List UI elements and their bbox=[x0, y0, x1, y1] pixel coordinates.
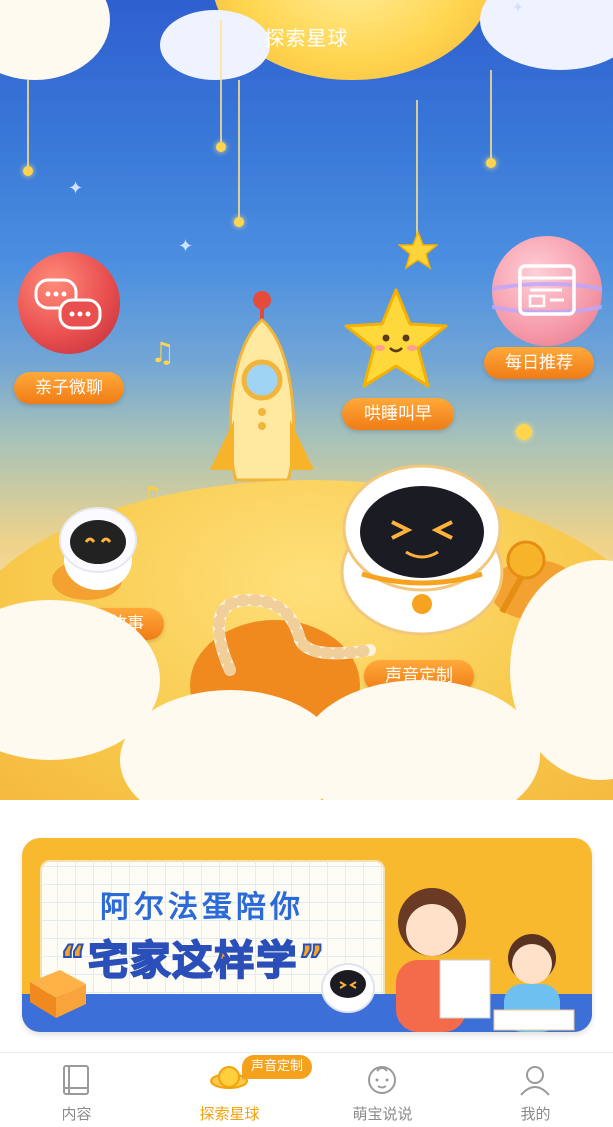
voice-custom-tooltip[interactable]: 声音定制 bbox=[242, 1055, 312, 1079]
smiling-star-character[interactable] bbox=[340, 286, 452, 394]
hanging-bead bbox=[23, 166, 33, 176]
tab-label: 萌宝说说 bbox=[352, 1105, 413, 1123]
user-icon bbox=[520, 1066, 550, 1096]
book-decoration-icon bbox=[30, 970, 86, 1018]
tab-mine[interactable]: 我的 bbox=[459, 1053, 612, 1127]
sparkle-icon: ✦ bbox=[68, 178, 84, 199]
page-title: 探索星球 bbox=[264, 26, 349, 50]
mother-child-illustration bbox=[396, 888, 575, 1032]
browser-window-icon bbox=[475, 264, 613, 316]
parent-chat-planet[interactable] bbox=[18, 252, 120, 354]
hanging-bead bbox=[486, 158, 496, 168]
promo-banner[interactable]: 阿尔法蛋陪你 “宅家这样学” bbox=[22, 838, 592, 1032]
book-icon bbox=[63, 1065, 89, 1095]
small-robot-character[interactable] bbox=[54, 500, 140, 594]
baby-icon bbox=[368, 1066, 396, 1094]
tab-content[interactable]: 内容 bbox=[0, 1053, 153, 1127]
hanging-thread bbox=[27, 80, 29, 170]
sleep-wake-button[interactable]: 哄睡叫早 bbox=[342, 398, 454, 430]
music-note-icon: ♫ bbox=[150, 336, 176, 369]
banner-subtitle: “宅家这样学” bbox=[59, 937, 327, 985]
hanging-thread bbox=[238, 80, 240, 220]
tab-label: 我的 bbox=[520, 1105, 551, 1123]
hanging-bead bbox=[234, 217, 244, 227]
explore-hero: 探索星球 ✦ ✦ ✦ ♫ ♫ 亲子微聊 每日推荐 哄睡叫早 声音定制 bbox=[0, 0, 613, 800]
tab-baby-talk[interactable]: 萌宝说说 bbox=[306, 1053, 459, 1127]
sparkle-icon: ✦ bbox=[178, 236, 194, 257]
hanging-thread bbox=[220, 20, 222, 145]
daily-recommend-button[interactable]: 每日推荐 bbox=[484, 347, 594, 379]
tab-label: 探索星球 bbox=[199, 1105, 260, 1123]
star-icon bbox=[398, 230, 438, 270]
chat-bubbles-icon bbox=[34, 278, 102, 330]
hose-decoration bbox=[212, 593, 376, 676]
glow-orb bbox=[516, 424, 532, 440]
hanging-thread bbox=[416, 100, 418, 240]
daily-recommend-planet[interactable] bbox=[475, 236, 613, 346]
banner-title: 阿尔法蛋陪你 bbox=[100, 890, 304, 925]
tab-label: 内容 bbox=[61, 1105, 92, 1123]
robot-mini-icon bbox=[321, 963, 375, 1013]
sparkle-icon: ✦ bbox=[512, 0, 524, 16]
hanging-bead bbox=[216, 142, 226, 152]
hanging-thread bbox=[490, 70, 492, 160]
parent-chat-button[interactable]: 亲子微聊 bbox=[14, 372, 124, 404]
